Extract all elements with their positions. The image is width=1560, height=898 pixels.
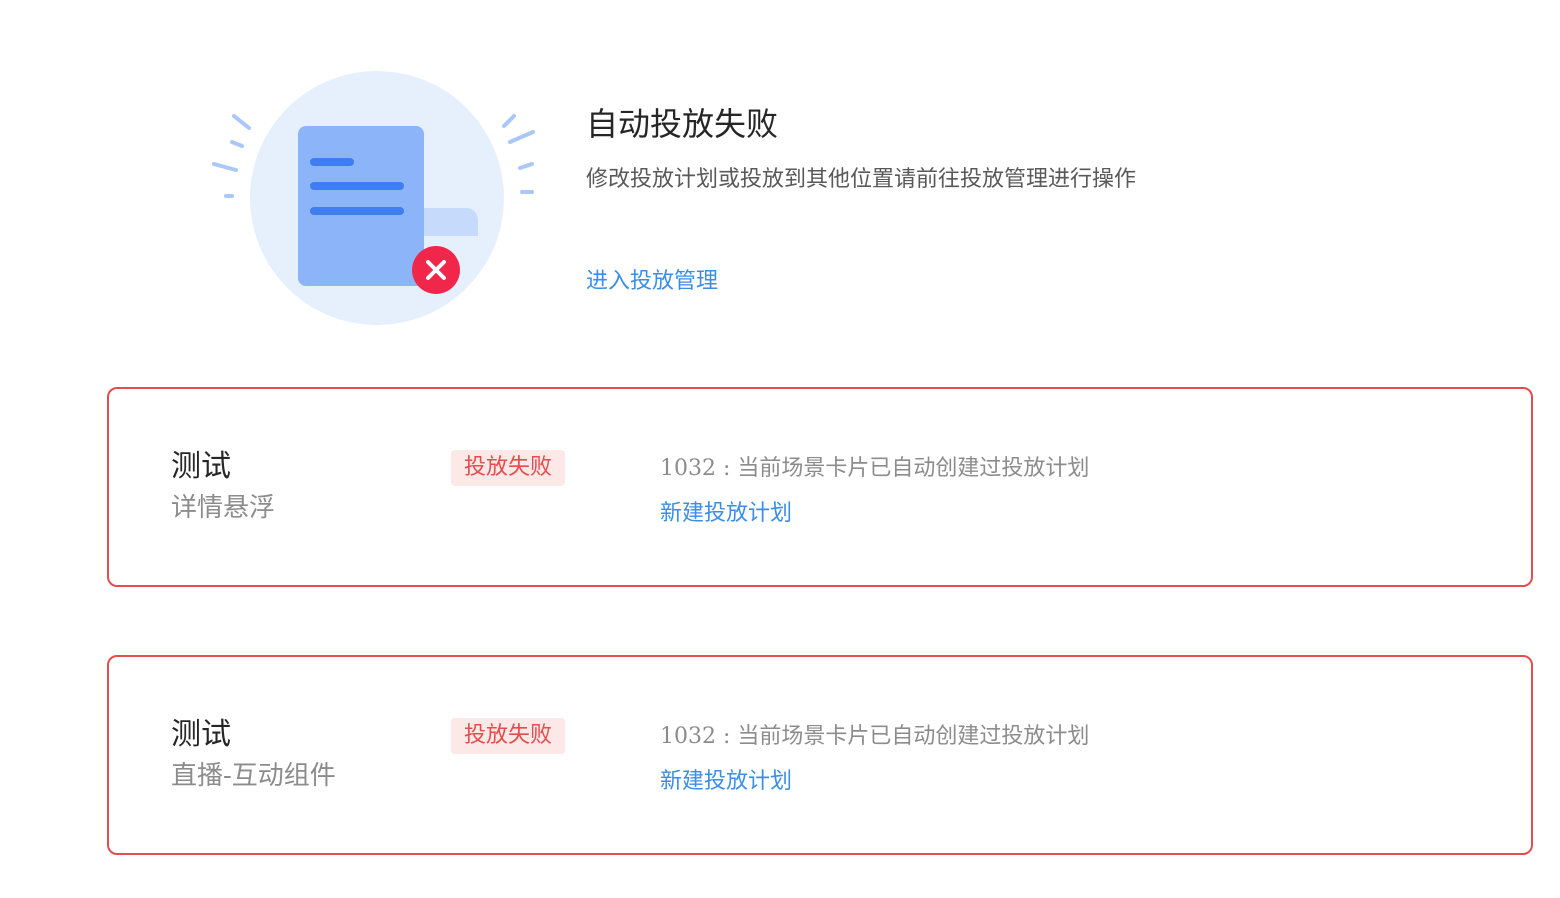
header-text: 自动投放失败 修改投放计划或投放到其他位置请前往投放管理进行操作 进入投放管理 [586, 102, 1136, 298]
failed-document-illustration [200, 70, 550, 330]
document-curl [422, 208, 478, 236]
sparkle-right [502, 114, 535, 194]
page-title: 自动投放失败 [586, 105, 779, 143]
new-delivery-plan-link[interactable]: 新建投放计划 [660, 498, 792, 530]
page-subtitle: 修改投放计划或投放到其他位置请前往投放管理进行操作 [586, 167, 1137, 192]
error-message: 1032 : 当前场景卡片已自动创建过投放计划 [660, 456, 1090, 481]
failed-delivery-card: 测试 详情悬浮 投放失败 1032 : 当前场景卡片已自动创建过投放计划 新建投… [107, 387, 1533, 587]
error-message: 1032 : 当前场景卡片已自动创建过投放计划 [660, 724, 1090, 749]
card-position: 详情悬浮 [171, 493, 276, 523]
new-delivery-plan-link[interactable]: 新建投放计划 [660, 766, 792, 798]
delivery-failure-page: 自动投放失败 修改投放计划或投放到其他位置请前往投放管理进行操作 进入投放管理 … [0, 0, 1560, 898]
sparkle-left [212, 114, 251, 198]
status-badge: 投放失败 [451, 450, 566, 486]
enter-delivery-management-link[interactable]: 进入投放管理 [586, 266, 718, 298]
card-name: 测试 [171, 449, 231, 484]
failed-delivery-card: 测试 直播-互动组件 投放失败 1032 : 当前场景卡片已自动创建过投放计划 … [107, 655, 1533, 855]
card-position: 直播-互动组件 [171, 761, 336, 791]
status-badge: 投放失败 [451, 718, 566, 754]
document-body [298, 126, 424, 286]
card-name: 测试 [171, 717, 231, 752]
failed-document-icon [212, 71, 535, 325]
